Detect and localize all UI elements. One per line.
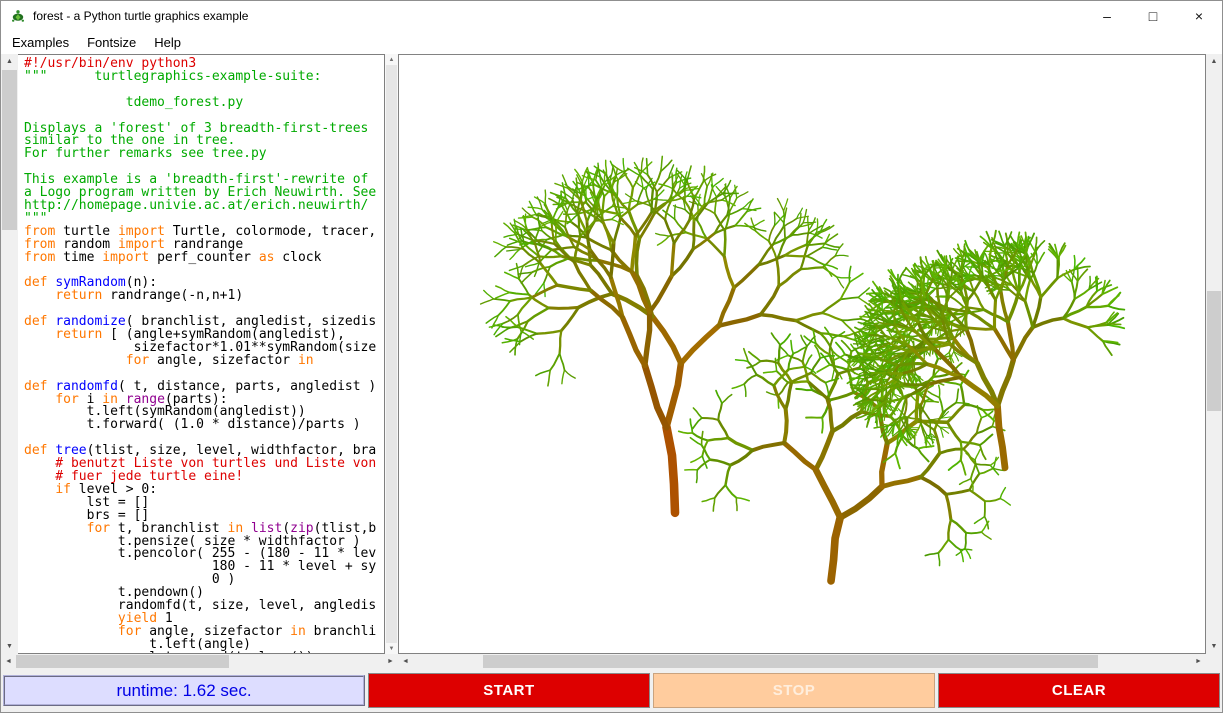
window-title: forest - a Python turtle graphics exampl… <box>33 9 248 23</box>
window-controls: – □ × <box>1084 1 1222 31</box>
code-vscroll-thumb[interactable] <box>2 70 17 230</box>
editor-right-scroll-track[interactable] <box>385 65 398 643</box>
code-vertical-scrollbar[interactable]: ▲ ▼ <box>1 54 18 654</box>
canvas-pane: ▲ ▼ ◄ ► <box>398 54 1222 669</box>
canvas-vscroll-thumb[interactable] <box>1207 291 1221 411</box>
title-bar[interactable]: forest - a Python turtle graphics exampl… <box>1 1 1222 31</box>
scroll-down-icon[interactable]: ▼ <box>1206 639 1222 654</box>
code-horizontal-scrollbar[interactable]: ◄ ► <box>1 654 398 669</box>
scroll-up-icon[interactable]: ▲ <box>1 54 18 69</box>
scroll-up-icon[interactable]: ▲ <box>1206 54 1222 69</box>
canvas-horizontal-scrollbar[interactable]: ◄ ► <box>398 654 1206 669</box>
turtle-canvas <box>398 54 1206 654</box>
scroll-up-icon[interactable]: ▲ <box>385 54 398 65</box>
scroll-down-icon[interactable]: ▼ <box>385 643 398 654</box>
scrollbar-corner <box>1206 654 1222 669</box>
turtle-app-icon <box>10 8 26 24</box>
code-pane: ▲ ▼ #!/usr/bin/env python3""" turtlegrap… <box>1 54 398 669</box>
menu-bar: Examples Fontsize Help <box>1 31 1222 54</box>
code-editor[interactable]: #!/usr/bin/env python3""" turtlegraphics… <box>18 54 385 654</box>
clear-button[interactable]: CLEAR <box>938 673 1220 708</box>
menu-fontsize[interactable]: Fontsize <box>78 33 145 52</box>
code-hscroll-thumb[interactable] <box>16 655 229 668</box>
canvas-hscroll-track[interactable] <box>413 654 1191 669</box>
start-button[interactable]: START <box>368 673 650 708</box>
code-vscroll-track[interactable] <box>1 69 18 639</box>
close-button[interactable]: × <box>1176 1 1222 31</box>
status-bar: runtime: 1.62 sec. START STOP CLEAR <box>1 669 1222 712</box>
scroll-left-icon[interactable]: ◄ <box>398 654 413 669</box>
canvas-vertical-scrollbar[interactable]: ▲ ▼ <box>1206 54 1222 654</box>
stop-button[interactable]: STOP <box>653 673 935 708</box>
scroll-down-icon[interactable]: ▼ <box>1 639 18 654</box>
scroll-right-icon[interactable]: ► <box>383 654 398 669</box>
maximize-button[interactable]: □ <box>1130 1 1176 31</box>
main-area: ▲ ▼ #!/usr/bin/env python3""" turtlegrap… <box>1 54 1222 669</box>
scroll-left-icon[interactable]: ◄ <box>1 654 16 669</box>
runtime-label: runtime: 1.62 sec. <box>3 675 365 706</box>
code-text: #!/usr/bin/env python3""" turtlegraphics… <box>24 58 384 654</box>
minimize-button[interactable]: – <box>1084 1 1130 31</box>
code-hscroll-track[interactable] <box>16 654 383 669</box>
editor-right-scrollbar[interactable]: ▲ ▼ <box>385 54 398 654</box>
app-window: forest - a Python turtle graphics exampl… <box>0 0 1223 713</box>
menu-examples[interactable]: Examples <box>3 33 78 52</box>
canvas-vscroll-track[interactable] <box>1206 69 1222 639</box>
scroll-right-icon[interactable]: ► <box>1191 654 1206 669</box>
turtle-drawing <box>399 55 1205 653</box>
canvas-hscroll-thumb[interactable] <box>483 655 1098 668</box>
editor-right-scroll-thumb[interactable] <box>386 65 397 643</box>
menu-help[interactable]: Help <box>145 33 190 52</box>
